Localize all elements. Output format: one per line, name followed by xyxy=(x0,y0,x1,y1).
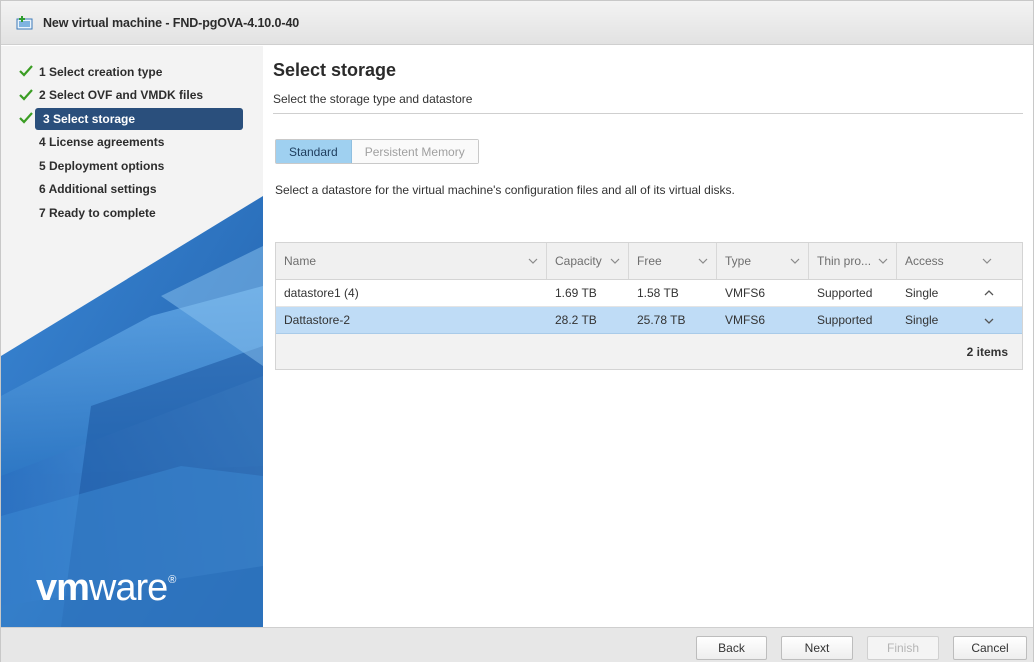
table-body: datastore1 (4) 1.69 TB 1.58 TB VMFS6 Sup… xyxy=(276,280,1022,334)
column-header-type[interactable]: Type xyxy=(717,243,809,279)
column-header-capacity[interactable]: Capacity xyxy=(547,243,629,279)
window-title: New virtual machine - FND-pgOVA-4.10.0-4… xyxy=(43,15,300,30)
chevron-up-icon xyxy=(984,290,994,296)
vmware-logo: vmware® xyxy=(36,567,176,609)
wizard-step-2[interactable]: 2 Select OVF and VMDK files xyxy=(1,84,263,108)
column-header-free[interactable]: Free xyxy=(629,243,717,279)
chevron-down-icon xyxy=(610,258,620,264)
cancel-button[interactable]: Cancel xyxy=(953,636,1027,660)
cell-type: VMFS6 xyxy=(725,313,766,327)
cell-name: datastore1 (4) xyxy=(284,286,359,300)
chevron-down-icon xyxy=(984,318,994,324)
column-header-label: Capacity xyxy=(555,254,602,268)
table-row[interactable]: datastore1 (4) 1.69 TB 1.58 TB VMFS6 Sup… xyxy=(276,280,1022,307)
new-vm-icon xyxy=(15,15,37,31)
next-button[interactable]: Next xyxy=(781,636,853,660)
step-label: 7 Ready to complete xyxy=(39,205,156,220)
table-footer: 2 items xyxy=(276,334,1022,369)
cell-capacity: 1.69 TB xyxy=(555,286,597,300)
step-label: 3 Select storage xyxy=(43,111,136,126)
column-header-label: Type xyxy=(725,254,752,268)
cell-free: 1.58 TB xyxy=(637,286,679,300)
step-label: 5 Deployment options xyxy=(39,158,165,173)
checkmark-icon xyxy=(18,64,34,78)
step-label: 4 License agreements xyxy=(39,135,165,150)
cell-thin-provisioning: Supported xyxy=(817,313,873,327)
tab-persistent-memory[interactable]: Persistent Memory xyxy=(351,140,478,163)
wizard-step-1[interactable]: 1 Select creation type xyxy=(1,60,263,84)
wizard-step-4[interactable]: 4 License agreements xyxy=(1,131,263,155)
wizard-step-6[interactable]: 6 Additional settings xyxy=(1,178,263,202)
column-header-label: Free xyxy=(637,254,662,268)
column-header-thin-provisioning[interactable]: Thin pro... xyxy=(809,243,897,279)
chevron-down-icon xyxy=(878,258,888,264)
cell-thin-provisioning: Supported xyxy=(817,286,873,300)
logo-rest: ware xyxy=(88,567,168,609)
wizard-step-7[interactable]: 7 Ready to complete xyxy=(1,201,263,225)
wizard-sidebar: 1 Select creation type 2 Select OVF and … xyxy=(1,46,263,627)
cell-access: Single xyxy=(905,313,939,327)
scroll-down-button[interactable] xyxy=(978,307,1000,333)
cell-capacity: 28.2 TB xyxy=(555,313,597,327)
step-label: 6 Additional settings xyxy=(39,182,157,197)
finish-button[interactable]: Finish xyxy=(867,636,939,660)
chevron-down-icon xyxy=(790,258,800,264)
column-header-label: Thin pro... xyxy=(817,254,872,268)
main-content: Select storage Select the storage type a… xyxy=(263,46,1033,627)
datastore-table: Name Capacity Free Type Thin pro... Acce… xyxy=(275,242,1023,370)
page-title: Select storage xyxy=(273,60,397,80)
page-subtitle: Select the storage type and datastore xyxy=(273,92,473,106)
title-bar: New virtual machine - FND-pgOVA-4.10.0-4… xyxy=(1,1,1033,45)
step-label: 2 Select OVF and VMDK files xyxy=(39,88,204,103)
instruction-text: Select a datastore for the virtual machi… xyxy=(275,183,735,197)
wizard-step-5[interactable]: 5 Deployment options xyxy=(1,154,263,178)
wizard-step-3[interactable]: 3 Select storage xyxy=(1,107,263,131)
chevron-down-icon xyxy=(982,258,992,264)
wizard-steps: 1 Select creation type 2 Select OVF and … xyxy=(1,60,263,225)
cell-free: 25.78 TB xyxy=(637,313,686,327)
step-label: 1 Select creation type xyxy=(39,64,163,79)
column-header-label: Name xyxy=(284,254,317,268)
scroll-up-button[interactable] xyxy=(978,280,1000,306)
cell-name: Dattastore-2 xyxy=(284,313,351,327)
registered-mark: ® xyxy=(168,574,176,586)
back-button[interactable]: Back xyxy=(696,636,767,660)
tab-standard[interactable]: Standard xyxy=(276,140,352,163)
table-row[interactable]: Dattastore-2 28.2 TB 25.78 TB VMFS6 Supp… xyxy=(276,307,1022,334)
column-header-access[interactable]: Access xyxy=(897,243,1000,279)
logo-bold: vm xyxy=(36,567,90,609)
column-header-name[interactable]: Name xyxy=(276,243,547,279)
storage-type-tabs: Standard Persistent Memory xyxy=(275,139,479,164)
new-vm-wizard-window: New virtual machine - FND-pgOVA-4.10.0-4… xyxy=(0,0,1034,662)
chevron-down-icon xyxy=(698,258,708,264)
checkmark-icon xyxy=(18,111,34,125)
cell-access: Single xyxy=(905,286,939,300)
column-header-label: Access xyxy=(905,254,944,268)
wizard-footer: Back Next Finish Cancel xyxy=(1,627,1033,662)
chevron-down-icon xyxy=(528,258,538,264)
table-header: Name Capacity Free Type Thin pro... Acce… xyxy=(276,243,1022,280)
checkmark-icon xyxy=(18,88,34,102)
item-count: 2 items xyxy=(966,344,1008,359)
cell-type: VMFS6 xyxy=(725,286,766,300)
title-divider xyxy=(273,113,1023,114)
